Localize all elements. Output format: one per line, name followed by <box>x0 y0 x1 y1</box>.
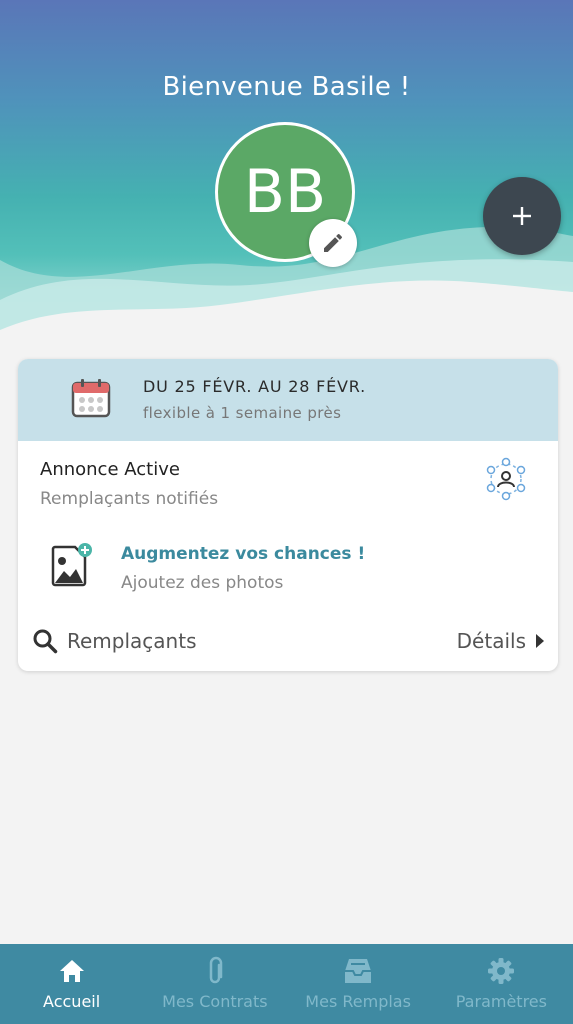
inbox-icon <box>345 959 372 983</box>
tab-mes-remplas[interactable]: Mes Remplas <box>287 944 430 1024</box>
calendar-icon <box>71 379 111 418</box>
network-people-icon <box>486 457 526 501</box>
edit-avatar-button[interactable] <box>309 219 357 267</box>
pencil-icon <box>324 233 343 252</box>
tab-label: Paramètres <box>455 992 547 1011</box>
plus-icon <box>513 207 531 225</box>
replacements-search-button[interactable]: Remplaçants <box>67 629 196 653</box>
tab-parametres[interactable]: Paramètres <box>430 944 573 1024</box>
date-range-header[interactable]: DU 25 FÉVR. AU 28 FÉVR. flexible à 1 sem… <box>18 359 558 441</box>
tab-label: Mes Contrats <box>162 992 268 1011</box>
listing-status-subtitle: Remplaçants notifiés <box>40 489 219 509</box>
add-button[interactable] <box>483 177 561 255</box>
details-label: Détails <box>456 629 526 653</box>
add-photo-icon <box>51 543 92 587</box>
paperclip-icon <box>209 956 223 984</box>
bottom-tab-bar: Accueil Mes Contrats Mes Remplas Paramèt… <box>0 944 573 1024</box>
active-listing-card[interactable]: DU 25 FÉVR. AU 28 FÉVR. flexible à 1 sem… <box>18 359 558 671</box>
gear-icon <box>488 958 515 984</box>
welcome-title: Bienvenue Basile ! <box>162 72 411 102</box>
promo-title[interactable]: Augmentez vos chances ! <box>121 544 365 564</box>
tab-mes-contrats[interactable]: Mes Contrats <box>143 944 286 1024</box>
promo-subtitle: Ajoutez des photos <box>121 573 284 593</box>
chevron-right-icon <box>536 634 544 648</box>
home-icon <box>59 960 84 982</box>
tab-accueil[interactable]: Accueil <box>0 944 143 1024</box>
flexibility-note: flexible à 1 semaine près <box>143 404 342 422</box>
details-button[interactable]: Détails <box>457 629 544 653</box>
tab-label: Mes Remplas <box>305 992 411 1011</box>
search-icon <box>33 629 58 654</box>
date-range: DU 25 FÉVR. AU 28 FÉVR. <box>143 377 367 396</box>
header-banner: Bienvenue Basile ! BB <box>0 0 573 340</box>
listing-status-title: Annonce Active <box>40 459 180 480</box>
tab-label: Accueil <box>43 992 101 1011</box>
